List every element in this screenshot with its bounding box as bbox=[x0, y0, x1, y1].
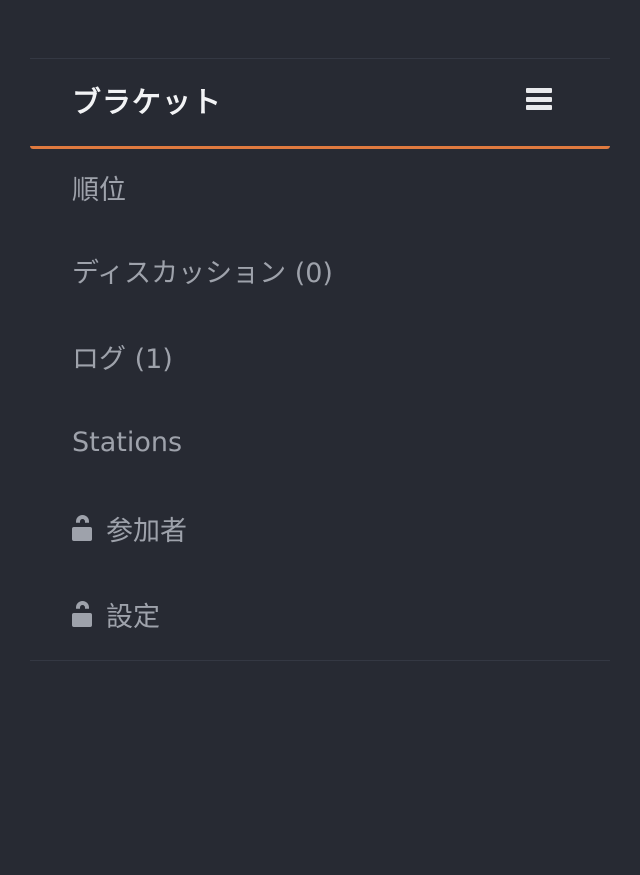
menu-bar bbox=[526, 105, 552, 110]
nav-item-participants[interactable]: 参加者 bbox=[30, 485, 610, 571]
nav-item-label: ディスカッション (0) bbox=[72, 257, 333, 289]
panel-title: ブラケット bbox=[72, 85, 223, 119]
nav-item-standings[interactable]: 順位 bbox=[30, 149, 610, 227]
nav-item-stations[interactable]: Stations bbox=[30, 399, 610, 485]
unlock-icon bbox=[72, 601, 92, 627]
bracket-nav-panel: ブラケット 順位 ディスカッション (0) ログ (1) Stations 参加… bbox=[30, 58, 610, 661]
nav-item-discussion[interactable]: ディスカッション (0) bbox=[30, 227, 610, 313]
nav-item-label: Stations bbox=[72, 426, 183, 458]
nav-item-log[interactable]: ログ (1) bbox=[30, 313, 610, 399]
nav-item-label: 参加者 bbox=[106, 515, 187, 547]
menu-bar bbox=[526, 96, 552, 102]
nav-list: 順位 ディスカッション (0) ログ (1) Stations 参加者 設定 bbox=[30, 149, 610, 657]
hamburger-menu-icon[interactable] bbox=[526, 88, 552, 110]
nav-item-label: 順位 bbox=[72, 175, 126, 206]
unlock-icon bbox=[72, 515, 92, 541]
nav-item-label: 設定 bbox=[106, 601, 160, 633]
panel-header: ブラケット bbox=[30, 59, 610, 149]
menu-bar bbox=[526, 88, 552, 93]
nav-item-settings[interactable]: 設定 bbox=[30, 571, 610, 657]
nav-item-label: ログ (1) bbox=[72, 343, 173, 375]
